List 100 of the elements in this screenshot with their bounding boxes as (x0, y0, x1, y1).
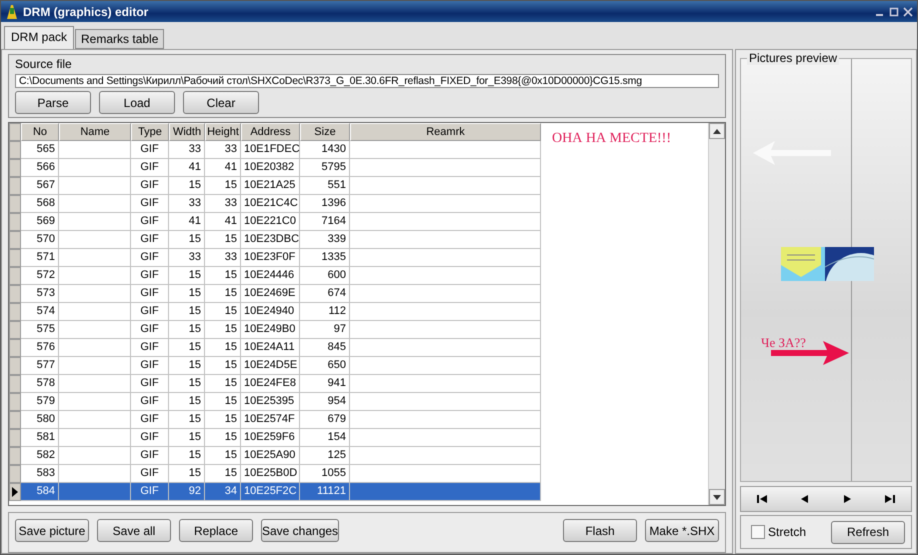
memo-annotation: ОНА НА МЕСТЕ!!! (552, 131, 671, 146)
source-file-field[interactable]: C:\Documents and Settings\Кирилл\Рабочий стол\SHXCoDec\R373_G_0E.30.6FR_reflash_FIXED_for_E398{@0x10D00000}CG15.smg (15, 74, 719, 88)
table-cell: 15 (169, 393, 205, 411)
close-icon[interactable] (903, 6, 913, 16)
table-cell: 15 (205, 303, 241, 321)
scroll-up-icon[interactable] (709, 123, 725, 139)
table-cell: 582 (21, 447, 59, 465)
table-cell: 33 (205, 141, 241, 159)
tab[interactable]: Remarks table (75, 29, 164, 49)
table-cell (59, 321, 131, 339)
header-corner (9, 123, 21, 141)
maximize-icon[interactable] (889, 6, 899, 16)
table-cell: 15 (205, 375, 241, 393)
table-cell: 10E23DBC (241, 231, 300, 249)
table-cell: 10E24940 (241, 303, 300, 321)
action-button[interactable]: Clear (183, 91, 259, 114)
table-cell: GIF (131, 231, 169, 249)
table-cell: 568 (21, 195, 59, 213)
table-cell (59, 375, 131, 393)
action-button[interactable]: Save all (97, 519, 171, 542)
column-header[interactable]: Size (300, 123, 350, 141)
scroll-down-icon[interactable] (709, 489, 725, 505)
table-cell: GIF (131, 411, 169, 429)
scrollbar[interactable] (708, 123, 725, 505)
table-cell: 15 (169, 339, 205, 357)
action-button[interactable]: Load (99, 91, 175, 114)
table-cell: 674 (300, 285, 350, 303)
tab[interactable]: DRM pack (4, 26, 74, 49)
table-cell: 41 (205, 213, 241, 231)
table-cell: 954 (300, 393, 350, 411)
table-cell (59, 141, 131, 159)
table-cell: 15 (169, 231, 205, 249)
table-cell: 15 (205, 231, 241, 249)
table-cell: 10E20382 (241, 159, 300, 177)
table-cell: 15 (169, 375, 205, 393)
table-cell (59, 159, 131, 177)
table-cell: 10E21A25 (241, 177, 300, 195)
column-header[interactable]: Type (131, 123, 169, 141)
column-header[interactable]: Address (241, 123, 300, 141)
table-cell: GIF (131, 321, 169, 339)
table-cell: GIF (131, 357, 169, 375)
table-cell (59, 303, 131, 321)
table-cell: 33 (169, 141, 205, 159)
table-cell: 650 (300, 357, 350, 375)
table-cell: 33 (205, 249, 241, 267)
row-indicator[interactable] (9, 483, 21, 501)
table-cell: GIF (131, 213, 169, 231)
table-cell: GIF (131, 285, 169, 303)
table-cell: 10E259F6 (241, 429, 300, 447)
table-cell (59, 249, 131, 267)
action-button[interactable]: Save picture (15, 519, 89, 542)
table-cell: 941 (300, 375, 350, 393)
action-button[interactable]: Flash (563, 519, 637, 542)
action-button[interactable]: Replace (179, 519, 253, 542)
table-cell: 10E25395 (241, 393, 300, 411)
table-cell: 15 (205, 447, 241, 465)
table-cell (59, 213, 131, 231)
table-cell: 11121 (300, 483, 350, 501)
table-cell (59, 483, 131, 501)
table-cell: GIF (131, 429, 169, 447)
table-cell: 33 (205, 195, 241, 213)
column-header[interactable]: No (21, 123, 59, 141)
stretch-checkbox[interactable]: Stretch (751, 525, 806, 539)
table-cell: 15 (205, 393, 241, 411)
table-cell: 15 (205, 339, 241, 357)
table-cell (59, 285, 131, 303)
table-cell: 580 (21, 411, 59, 429)
table-cell: 112 (300, 303, 350, 321)
table-cell (59, 429, 131, 447)
table-cell: 575 (21, 321, 59, 339)
table-cell: 10E21C4C (241, 195, 300, 213)
app-icon (5, 4, 19, 20)
field-label: Source file (15, 57, 73, 71)
remark-memo[interactable]: ОНА НА МЕСТЕ!!! (542, 123, 708, 505)
table-cell: 15 (205, 429, 241, 447)
table-cell: 570 (21, 231, 59, 249)
table-cell: GIF (131, 267, 169, 285)
table-cell: 577 (21, 357, 59, 375)
column-header[interactable]: Height (205, 123, 241, 141)
table-cell: 15 (169, 321, 205, 339)
table-cell: 566 (21, 159, 59, 177)
column-header[interactable]: Reamrk (350, 123, 541, 141)
action-button[interactable]: Save changes (261, 519, 339, 542)
table-cell: 15 (205, 357, 241, 375)
table-cell: 5795 (300, 159, 350, 177)
table-cell: 10E24D5E (241, 357, 300, 375)
table-cell: GIF (131, 249, 169, 267)
table-cell: 15 (205, 267, 241, 285)
table-cell: 33 (169, 249, 205, 267)
table-cell: 10E249B0 (241, 321, 300, 339)
table-cell: GIF (131, 483, 169, 501)
table-cell: 1430 (300, 141, 350, 159)
column-header[interactable]: Width (169, 123, 205, 141)
action-button[interactable]: Parse (15, 91, 91, 114)
table-cell: 1396 (300, 195, 350, 213)
action-button[interactable]: Make *.SHX (645, 519, 719, 542)
refresh-button[interactable]: Refresh (831, 520, 905, 544)
table-cell: 41 (205, 159, 241, 177)
table-cell: 15 (169, 285, 205, 303)
column-header[interactable]: Name (59, 123, 131, 141)
